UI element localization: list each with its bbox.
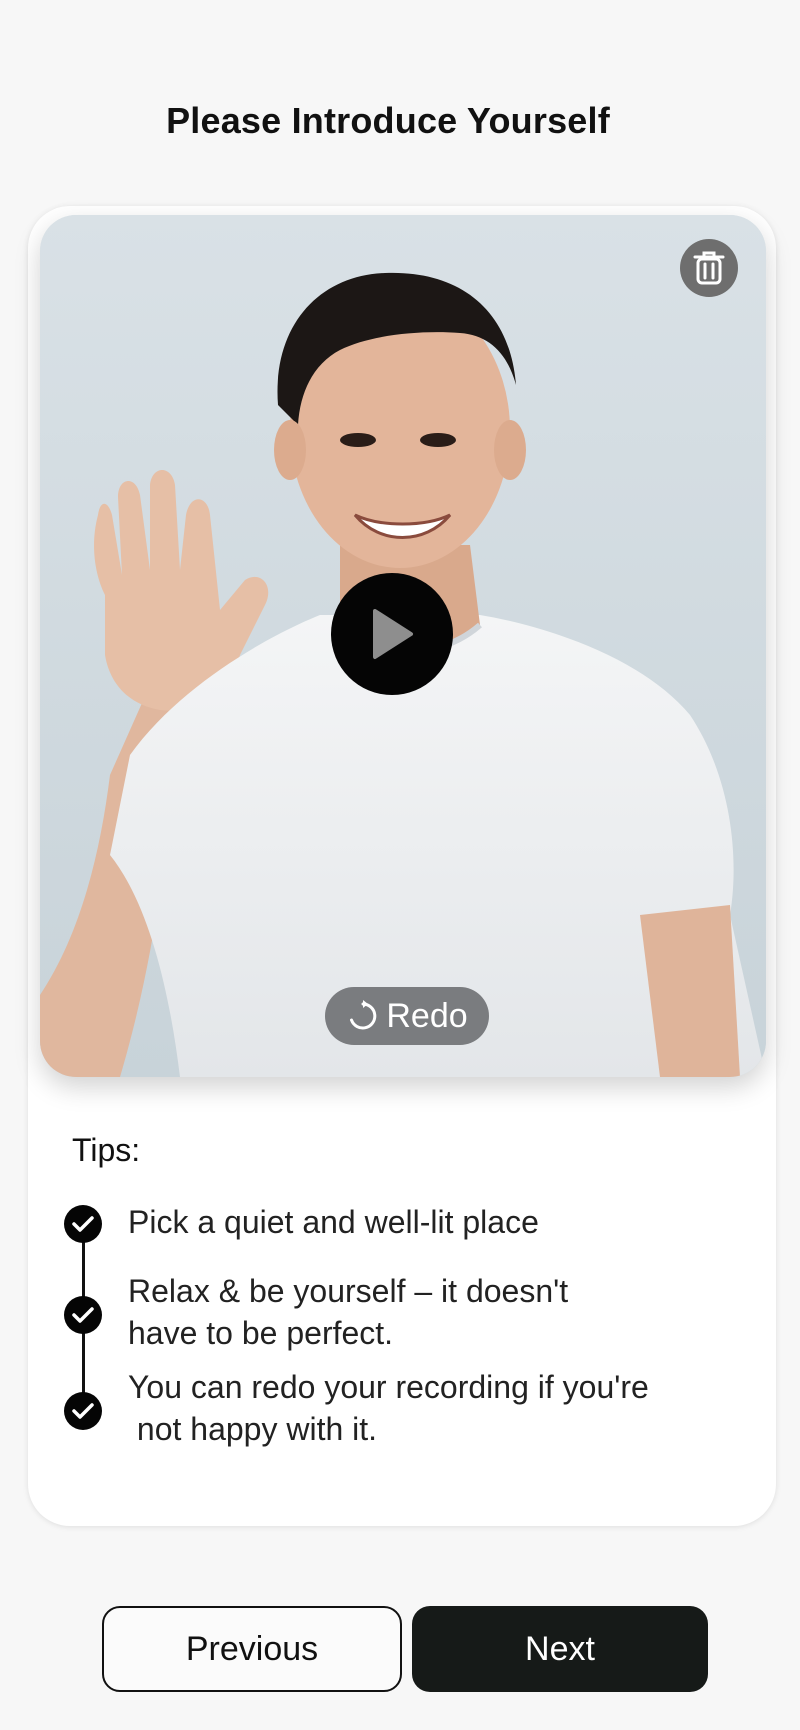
tip-line: You can redo your recording if you're [128,1369,649,1405]
tip-line: Relax & be yourself – it doesn't [128,1273,569,1309]
delete-recording-button[interactable] [680,239,738,297]
play-button[interactable] [331,573,453,695]
tip-line: have to be perfect. [128,1315,394,1351]
tip-line: Pick a quiet and well-lit place [128,1204,539,1240]
play-icon [373,609,413,659]
rotate-icon [350,1000,377,1030]
redo-button[interactable]: Redo [325,987,489,1045]
page-title: Please Introduce Yourself [166,100,610,141]
tips-heading: Tips: [72,1132,141,1168]
video-preview[interactable]: Redo [40,215,766,1077]
check-circle-icon [64,1392,102,1430]
trash-icon [693,251,725,285]
redo-label: Redo [386,996,468,1035]
previous-button[interactable]: Previous [102,1606,402,1692]
check-circle-icon [64,1296,102,1334]
check-circle-icon [64,1205,102,1243]
page: Please Introduce Yourself Redo Tips: Pic… [0,0,800,1730]
next-button[interactable]: Next [412,1606,708,1692]
tip-line: not happy with it. [128,1411,378,1447]
